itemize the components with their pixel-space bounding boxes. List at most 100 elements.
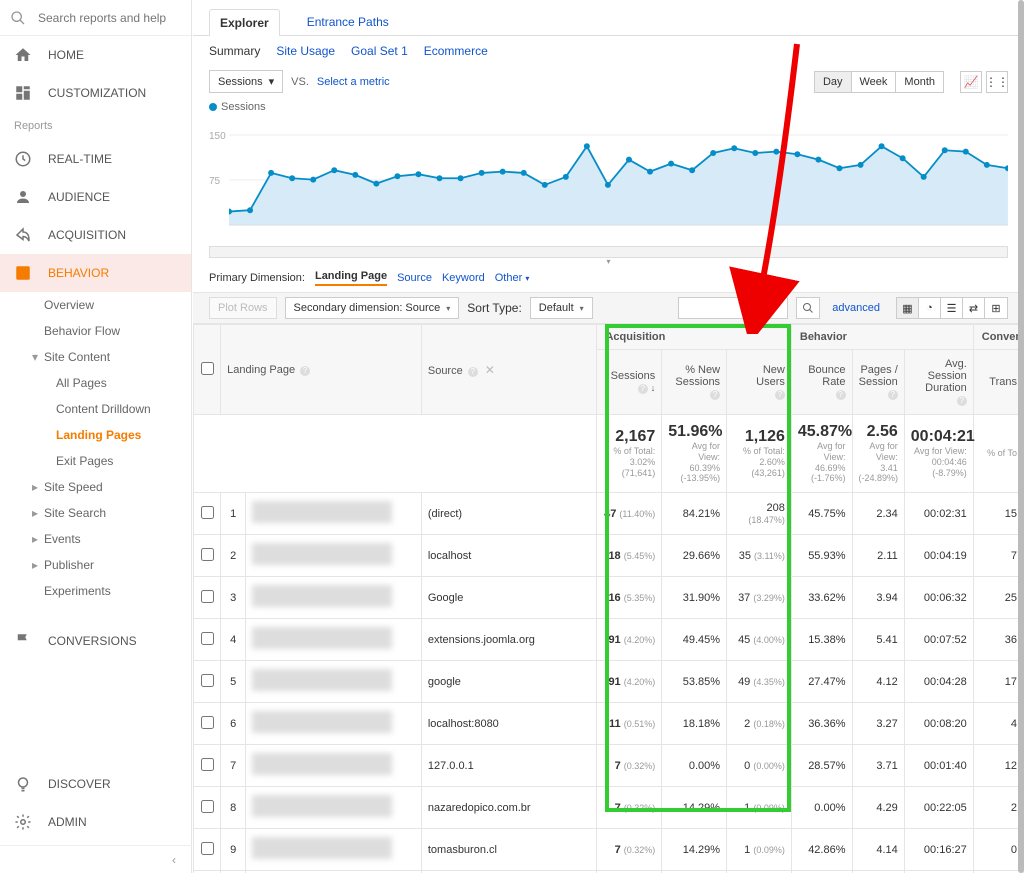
- remove-dimension-icon[interactable]: ✕: [485, 363, 495, 377]
- source-cell[interactable]: localhost:8080: [421, 703, 597, 745]
- source-cell[interactable]: google: [421, 661, 597, 703]
- nav-customization[interactable]: CUSTOMIZATION: [0, 74, 191, 112]
- chart-motion-icon[interactable]: ⋮⋮: [986, 71, 1008, 93]
- dim-source[interactable]: Source: [397, 272, 432, 284]
- th-behavior: Behavior: [791, 325, 973, 350]
- tab-entrance-paths[interactable]: Entrance Paths: [296, 8, 400, 35]
- help-icon[interactable]: ?: [300, 366, 310, 376]
- range-week[interactable]: Week: [852, 72, 897, 92]
- th-landing-page[interactable]: Landing Page ?: [221, 325, 422, 415]
- chart-line-icon[interactable]: 📈: [960, 71, 982, 93]
- source-cell[interactable]: Google: [421, 577, 597, 619]
- nav-discover[interactable]: DISCOVER: [0, 765, 191, 803]
- landing-page-cell[interactable]: [246, 535, 422, 577]
- tab-explorer[interactable]: Explorer: [209, 9, 280, 36]
- nav-behavior-flow[interactable]: Behavior Flow: [0, 318, 191, 344]
- view-table-icon[interactable]: ▦: [897, 298, 919, 318]
- row-checkbox[interactable]: [201, 590, 214, 603]
- th-bounce[interactable]: Bounce Rate?: [791, 350, 852, 415]
- landing-page-cell[interactable]: [246, 787, 422, 829]
- search-input[interactable]: [38, 11, 168, 25]
- source-cell[interactable]: extensions.joomla.org: [421, 619, 597, 661]
- landing-page-cell[interactable]: [246, 493, 422, 535]
- landing-page-cell[interactable]: [246, 703, 422, 745]
- view-pie-icon[interactable]: ◔: [919, 298, 941, 318]
- landing-page-cell[interactable]: [246, 577, 422, 619]
- source-cell[interactable]: 127.0.0.1: [421, 745, 597, 787]
- nav-site-search[interactable]: ▸Site Search: [0, 500, 191, 526]
- metric-selector[interactable]: Sessions▾: [209, 70, 283, 93]
- th-avg-duration[interactable]: Avg. Session Duration ?: [904, 350, 973, 415]
- nav-site-content[interactable]: ▾Site Content: [0, 344, 191, 370]
- landing-page-cell[interactable]: [246, 619, 422, 661]
- help-icon[interactable]: ?: [638, 384, 648, 394]
- nav-site-speed[interactable]: ▸Site Speed: [0, 474, 191, 500]
- behavior-icon: [14, 264, 32, 282]
- th-new-sessions[interactable]: % New Sessions?: [662, 350, 727, 415]
- landing-page-cell[interactable]: [246, 661, 422, 703]
- th-sessions[interactable]: Sessions? ↓: [597, 350, 662, 415]
- nav-realtime[interactable]: REAL-TIME: [0, 140, 191, 178]
- subtab-ecommerce[interactable]: Ecommerce: [424, 44, 488, 58]
- nav-audience[interactable]: AUDIENCE: [0, 178, 191, 216]
- subtab-summary[interactable]: Summary: [209, 44, 260, 58]
- row-checkbox[interactable]: [201, 842, 214, 855]
- scrollbar[interactable]: [1018, 0, 1024, 873]
- help-icon[interactable]: ?: [468, 367, 478, 377]
- nav-conversions[interactable]: CONVERSIONS: [0, 622, 191, 660]
- nav-events[interactable]: ▸Events: [0, 526, 191, 552]
- row-checkbox[interactable]: [201, 800, 214, 813]
- th-pages-session[interactable]: Pages / Session?: [852, 350, 904, 415]
- nav-experiments[interactable]: Experiments: [0, 578, 191, 604]
- nav-landing-pages[interactable]: Landing Pages: [0, 422, 191, 448]
- nav-acquisition[interactable]: ACQUISITION: [0, 216, 191, 254]
- nav-home[interactable]: HOME: [0, 36, 191, 74]
- sidebar-collapse[interactable]: ‹: [0, 845, 192, 873]
- row-checkbox[interactable]: [201, 548, 214, 561]
- source-cell[interactable]: nazaredopico.com.br: [421, 787, 597, 829]
- help-icon[interactable]: ?: [710, 390, 720, 400]
- nav-content-drilldown[interactable]: Content Drilldown: [0, 396, 191, 422]
- row-checkbox[interactable]: [201, 758, 214, 771]
- source-cell[interactable]: tomasburon.cl: [421, 829, 597, 871]
- source-cell[interactable]: (direct): [421, 493, 597, 535]
- row-checkbox[interactable]: [201, 716, 214, 729]
- landing-page-cell[interactable]: [246, 829, 422, 871]
- source-cell[interactable]: localhost: [421, 535, 597, 577]
- advanced-link[interactable]: advanced: [832, 302, 880, 314]
- th-new-users[interactable]: New Users?: [727, 350, 792, 415]
- sidebar: HOME CUSTOMIZATION Reports REAL-TIME AUD…: [0, 0, 192, 873]
- range-month[interactable]: Month: [896, 72, 943, 92]
- landing-page-cell[interactable]: [246, 745, 422, 787]
- help-icon[interactable]: ?: [775, 390, 785, 400]
- row-checkbox[interactable]: [201, 632, 214, 645]
- view-bars-icon[interactable]: ☰: [941, 298, 963, 318]
- help-icon[interactable]: ?: [836, 390, 846, 400]
- nav-admin[interactable]: ADMIN: [0, 803, 191, 841]
- help-icon[interactable]: ?: [888, 390, 898, 400]
- subtab-goal1[interactable]: Goal Set 1: [351, 44, 408, 58]
- dim-keyword[interactable]: Keyword: [442, 272, 485, 284]
- select-all-checkbox[interactable]: [201, 362, 214, 375]
- row-checkbox[interactable]: [201, 674, 214, 687]
- nav-exit-pages[interactable]: Exit Pages: [0, 448, 191, 474]
- th-source[interactable]: Source ? ✕: [421, 325, 597, 415]
- range-day[interactable]: Day: [815, 72, 852, 92]
- th-transactions[interactable]: Trans: [973, 350, 1023, 415]
- dim-other[interactable]: Other ▾: [495, 272, 530, 284]
- vs-label: VS.: [291, 76, 309, 88]
- dim-landing-page[interactable]: Landing Page: [315, 270, 387, 286]
- view-pivot-icon[interactable]: ⊞: [985, 298, 1007, 318]
- subtab-site-usage[interactable]: Site Usage: [276, 44, 335, 58]
- row-checkbox[interactable]: [201, 506, 214, 519]
- nav-behavior[interactable]: BEHAVIOR: [0, 254, 191, 292]
- secondary-dimension-selector[interactable]: Secondary dimension: Source▾: [285, 297, 460, 319]
- select-metric-link[interactable]: Select a metric: [317, 76, 390, 88]
- view-compare-icon[interactable]: ⇄: [963, 298, 985, 318]
- help-icon[interactable]: ?: [957, 396, 967, 406]
- nav-publisher[interactable]: ▸Publisher: [0, 552, 191, 578]
- flag-icon: [14, 632, 32, 650]
- nav-all-pages[interactable]: All Pages: [0, 370, 191, 396]
- nav-overview[interactable]: Overview: [0, 292, 191, 318]
- caret-down-icon: ▾: [525, 274, 529, 283]
